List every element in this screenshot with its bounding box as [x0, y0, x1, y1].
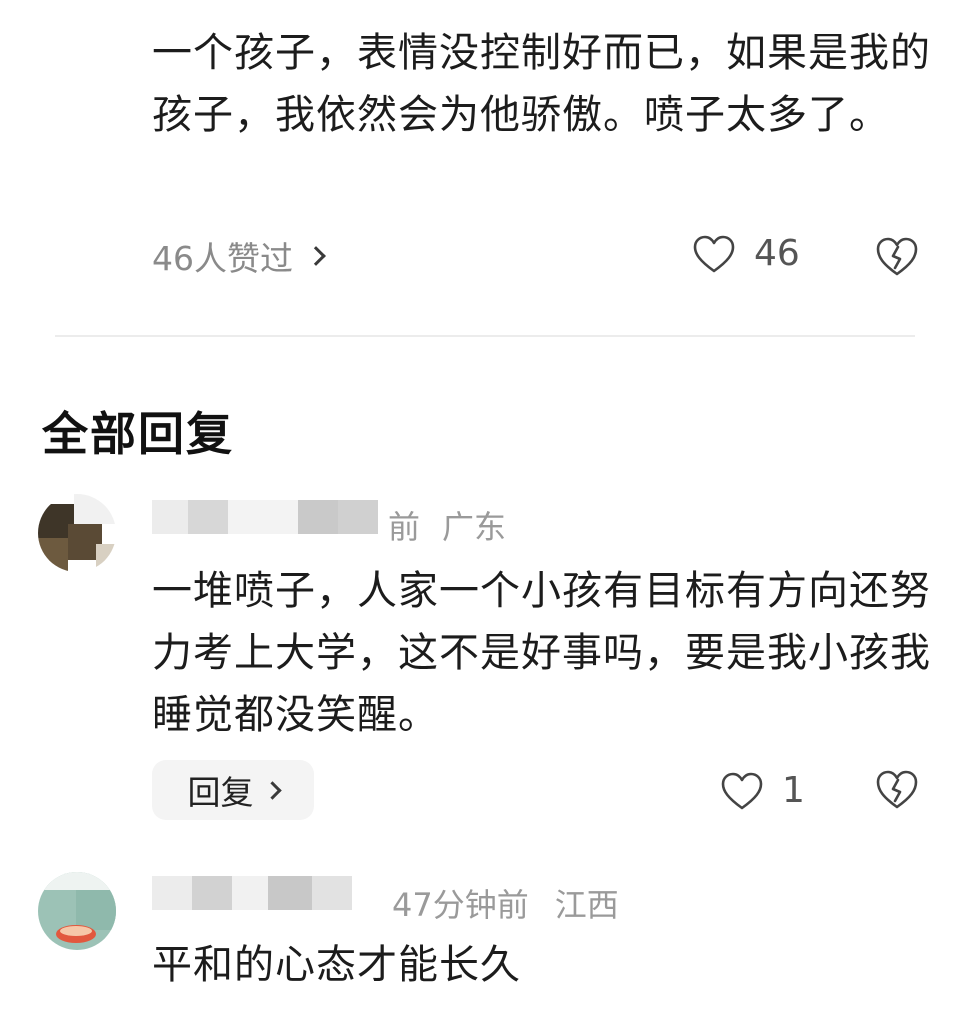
likers-link[interactable]: 46人赞过: [152, 232, 326, 280]
reply-meta: 前 广东: [388, 502, 506, 548]
reply-meta: 47分钟前 江西: [392, 880, 619, 926]
avatar[interactable]: [38, 494, 116, 572]
reply-time: 47分钟前: [392, 886, 529, 924]
divider: [55, 335, 915, 337]
likers-label: 46人赞过: [152, 239, 293, 278]
reply-button-label: 回复: [187, 773, 254, 812]
like-button[interactable]: 46: [692, 233, 800, 274]
broken-heart-icon[interactable]: [874, 235, 920, 277]
reply-text: 平和的心态才能长久: [152, 942, 521, 988]
reply-time: 前: [388, 508, 421, 546]
username-blurred[interactable]: [152, 500, 392, 536]
username-blurred[interactable]: [152, 876, 392, 912]
reply-location: 广东: [442, 508, 507, 546]
chevron-right-icon: [262, 780, 282, 800]
broken-heart-icon[interactable]: [874, 768, 920, 810]
like-count: 1: [782, 770, 805, 811]
comment-text: 一个孩子，表情没控制好而已，如果是我的孩子，我依然会为他骄傲。喷子太多了。: [152, 30, 931, 138]
like-count: 46: [754, 233, 800, 274]
avatar-image: [38, 872, 116, 950]
reply-button[interactable]: 回复: [152, 760, 314, 820]
chevron-right-icon: [306, 246, 326, 266]
heart-outline-icon: [693, 235, 735, 272]
avatar[interactable]: [38, 872, 116, 950]
like-button[interactable]: 1: [720, 770, 805, 811]
heart-outline-icon: [721, 772, 763, 809]
avatar-image: [38, 494, 116, 572]
reply-location: 江西: [554, 886, 619, 924]
section-title: 全部回复: [42, 407, 234, 461]
reply-text: 一堆喷子，人家一个小孩有目标有方向还努力考上大学，这不是好事吗，要是我小孩我睡觉…: [152, 568, 931, 738]
